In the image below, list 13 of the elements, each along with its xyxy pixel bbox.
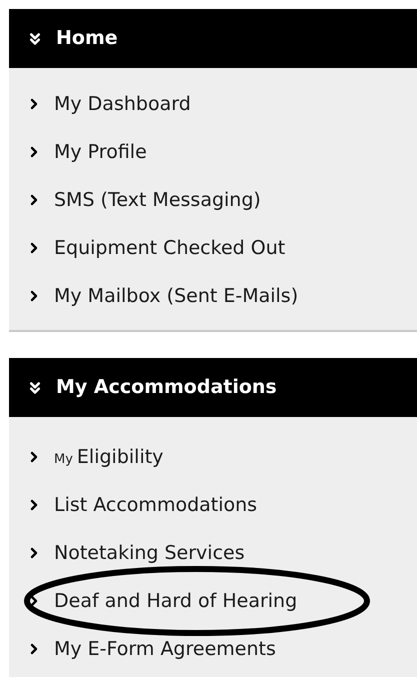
menu-link[interactable]: Notetaking Services bbox=[54, 538, 245, 568]
section-header[interactable]: Home bbox=[9, 9, 417, 68]
menu-link[interactable]: Equipment Checked Out bbox=[54, 234, 286, 262]
menu-link[interactable]: My Dashboard bbox=[54, 90, 191, 118]
menu-link[interactable]: My Profile bbox=[54, 138, 147, 166]
section-title: Home bbox=[56, 26, 118, 52]
section-title: My Accommodations bbox=[56, 375, 277, 400]
menu-link[interactable]: SMS (Text Messaging) bbox=[54, 186, 261, 214]
menu-link[interactable]: My E-Form Agreements bbox=[54, 634, 276, 664]
menu-link[interactable]: My Mailbox (Sent E-Mails) bbox=[54, 282, 298, 310]
menu-link[interactable]: My Eligibility bbox=[54, 442, 164, 472]
menu-link[interactable]: List Accommodations bbox=[54, 490, 258, 520]
section-header[interactable]: My Accommodations bbox=[9, 358, 417, 417]
